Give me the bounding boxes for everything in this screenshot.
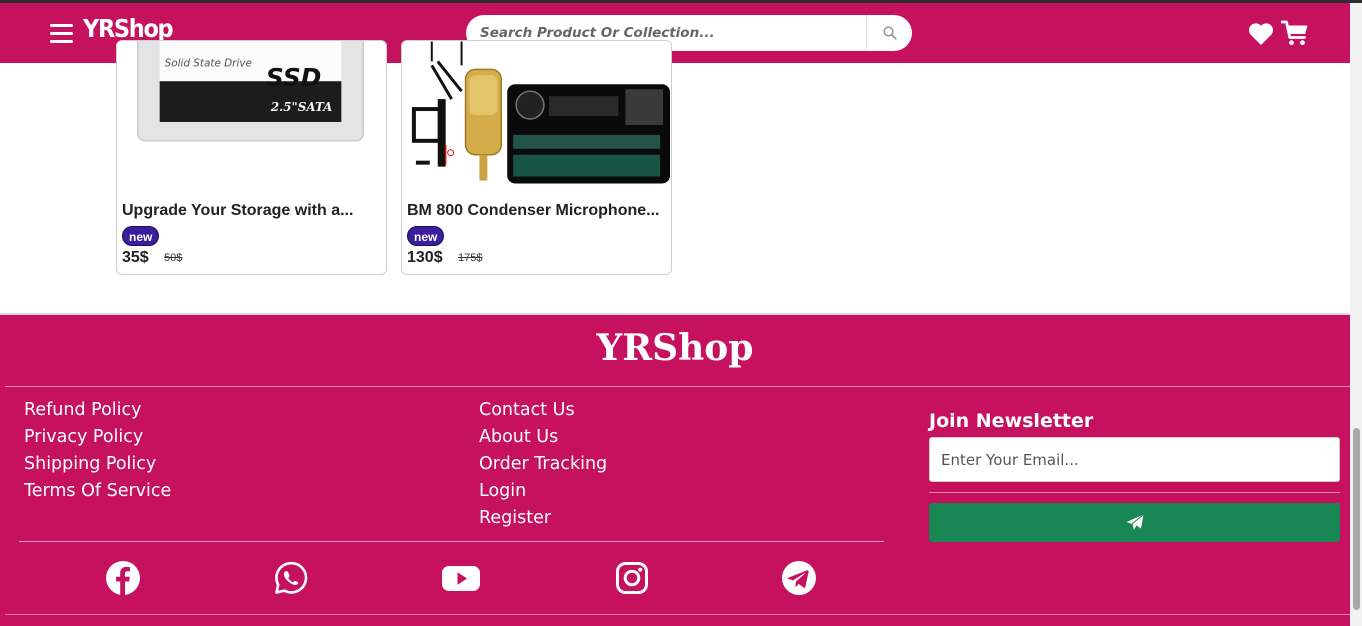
register-link[interactable]: Register (479, 508, 551, 528)
product-price: 35$ (122, 249, 149, 266)
newsletter-divider (929, 492, 1340, 493)
menu-icon[interactable] (50, 23, 74, 45)
header-logo[interactable]: YRShop (83, 14, 174, 43)
footer-bottom-divider (5, 614, 1350, 615)
refund-policy-link[interactable]: Refund Policy (24, 400, 142, 420)
search-icon (882, 26, 897, 40)
telegram-icon[interactable] (781, 560, 817, 596)
product-price: 130$ (407, 249, 443, 266)
newsletter-title: Join Newsletter (929, 410, 1094, 432)
product-image-ssd: Solid State Drive SSD 2.5"SATA (137, 41, 364, 142)
paper-plane-icon (1126, 514, 1144, 531)
product-card-microphone[interactable]: BM 800 Condenser Microphone... new 130$ … (401, 40, 672, 275)
order-tracking-link[interactable]: Order Tracking (479, 454, 607, 474)
instagram-icon[interactable] (614, 560, 650, 596)
product-image-microphone (411, 41, 671, 184)
search-button[interactable] (866, 15, 912, 51)
scrollbar-thumb[interactable] (1353, 428, 1360, 610)
newsletter-send-button[interactable] (929, 503, 1340, 542)
cart-icon[interactable] (1281, 19, 1309, 47)
footer-divider (5, 386, 1350, 387)
product-title[interactable]: Upgrade Your Storage with a... (122, 202, 384, 220)
facebook-icon[interactable] (105, 560, 141, 596)
new-badge: new (122, 226, 160, 246)
social-divider (19, 541, 884, 542)
site-footer: YRShop Refund Policy Privacy Policy Ship… (0, 313, 1350, 626)
product-old-price: 50$ (164, 252, 183, 264)
product-old-price: 175$ (458, 252, 483, 264)
about-us-link[interactable]: About Us (479, 427, 558, 447)
footer-logo[interactable]: YRShop (0, 327, 1350, 369)
terms-of-service-link[interactable]: Terms Of Service (24, 481, 171, 501)
ssd-label-title: SSD (266, 63, 321, 92)
ssd-label-subtitle: Solid State Drive (165, 57, 252, 69)
heart-icon[interactable] (1248, 22, 1274, 46)
ssd-label-format: 2.5"SATA (270, 100, 333, 114)
product-card-ssd[interactable]: Solid State Drive SSD 2.5"SATA Upgrade Y… (116, 40, 387, 275)
product-title[interactable]: BM 800 Condenser Microphone... (407, 202, 669, 220)
contact-us-link[interactable]: Contact Us (479, 400, 575, 420)
shipping-policy-link[interactable]: Shipping Policy (24, 454, 156, 474)
newsletter-email-input[interactable] (929, 437, 1340, 482)
whatsapp-icon[interactable] (273, 560, 309, 596)
new-badge: new (407, 226, 445, 246)
youtube-icon[interactable] (441, 560, 481, 596)
privacy-policy-link[interactable]: Privacy Policy (24, 427, 143, 447)
login-link[interactable]: Login (479, 481, 526, 501)
